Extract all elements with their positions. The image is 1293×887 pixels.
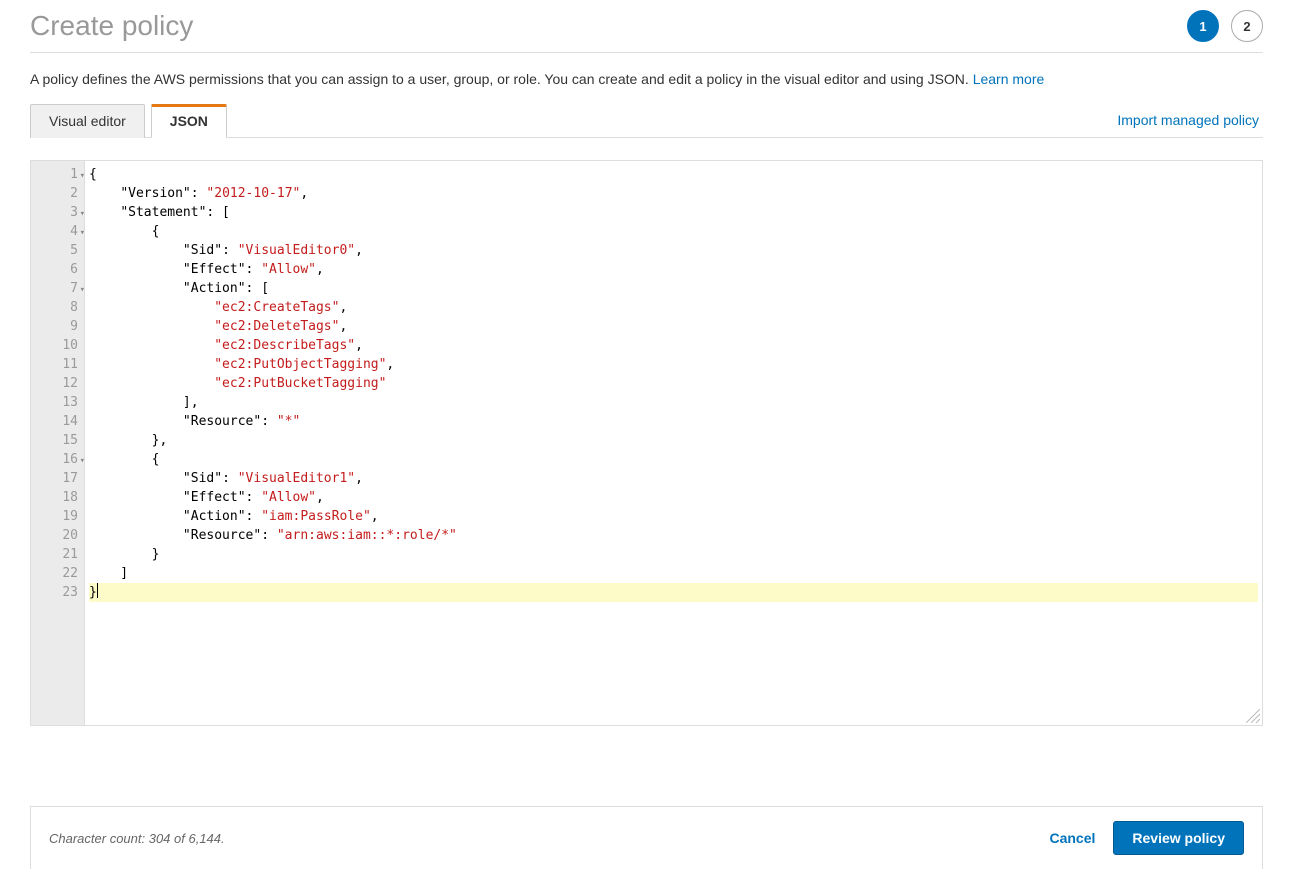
line-number: 8 (31, 298, 84, 317)
line-number: 17 (31, 469, 84, 488)
line-number: 2 (31, 184, 84, 203)
character-count: Character count: 304 of 6,144. (49, 831, 225, 846)
code-line[interactable]: "ec2:DescribeTags", (89, 336, 1258, 355)
code-line[interactable]: "Effect": "Allow", (89, 488, 1258, 507)
learn-more-link[interactable]: Learn more (973, 71, 1045, 87)
line-number: 3 (31, 203, 84, 222)
line-number: 5 (31, 241, 84, 260)
line-number: 20 (31, 526, 84, 545)
resize-handle-icon[interactable] (1246, 709, 1260, 723)
code-line[interactable]: "Resource": "*" (89, 412, 1258, 431)
code-line[interactable]: { (89, 450, 1258, 469)
code-line[interactable]: "ec2:PutObjectTagging", (89, 355, 1258, 374)
policy-editor-tabs: Visual editorJSON (30, 103, 227, 137)
text-cursor (97, 583, 98, 598)
tab-json[interactable]: JSON (151, 104, 227, 138)
code-line[interactable]: "Version": "2012-10-17", (89, 184, 1258, 203)
line-number: 23 (31, 583, 84, 602)
line-number: 19 (31, 507, 84, 526)
line-number: 6 (31, 260, 84, 279)
code-line[interactable]: } (89, 545, 1258, 564)
wizard-steps: 12 (1187, 10, 1263, 42)
code-line[interactable]: "Sid": "VisualEditor1", (89, 469, 1258, 488)
footer-bar: Character count: 304 of 6,144. Cancel Re… (30, 806, 1263, 869)
code-line[interactable]: "ec2:CreateTags", (89, 298, 1258, 317)
code-line[interactable]: "Action": [ (89, 279, 1258, 298)
divider (30, 52, 1263, 53)
wizard-step-1[interactable]: 1 (1187, 10, 1219, 42)
code-line[interactable]: ], (89, 393, 1258, 412)
code-line[interactable]: "ec2:DeleteTags", (89, 317, 1258, 336)
import-managed-policy-link[interactable]: Import managed policy (1117, 112, 1263, 128)
line-number: 10 (31, 336, 84, 355)
wizard-step-2[interactable]: 2 (1231, 10, 1263, 42)
line-number: 1 (31, 165, 84, 184)
code-line[interactable]: "Sid": "VisualEditor0", (89, 241, 1258, 260)
line-number: 14 (31, 412, 84, 431)
code-line[interactable]: ] (89, 564, 1258, 583)
policy-description: A policy defines the AWS permissions tha… (30, 71, 1263, 87)
code-line[interactable]: } (89, 583, 1258, 602)
code-line[interactable]: { (89, 222, 1258, 241)
review-policy-button[interactable]: Review policy (1113, 821, 1244, 855)
code-line[interactable]: { (89, 165, 1258, 184)
line-number: 21 (31, 545, 84, 564)
page-title: Create policy (30, 10, 193, 42)
tab-visual-editor[interactable]: Visual editor (30, 104, 145, 138)
description-text: A policy defines the AWS permissions tha… (30, 71, 973, 87)
cancel-button[interactable]: Cancel (1049, 830, 1095, 846)
line-number: 12 (31, 374, 84, 393)
editor-code-area[interactable]: { "Version": "2012-10-17", "Statement": … (85, 161, 1262, 725)
editor-gutter: 1234567891011121314151617181920212223 (31, 161, 85, 725)
line-number: 18 (31, 488, 84, 507)
code-line[interactable]: "Effect": "Allow", (89, 260, 1258, 279)
line-number: 4 (31, 222, 84, 241)
line-number: 16 (31, 450, 84, 469)
line-number: 15 (31, 431, 84, 450)
line-number: 22 (31, 564, 84, 583)
code-line[interactable]: "Resource": "arn:aws:iam::*:role/*" (89, 526, 1258, 545)
code-line[interactable]: "Statement": [ (89, 203, 1258, 222)
line-number: 9 (31, 317, 84, 336)
code-line[interactable]: }, (89, 431, 1258, 450)
code-line[interactable]: "Action": "iam:PassRole", (89, 507, 1258, 526)
line-number: 11 (31, 355, 84, 374)
line-number: 13 (31, 393, 84, 412)
line-number: 7 (31, 279, 84, 298)
code-line[interactable]: "ec2:PutBucketTagging" (89, 374, 1258, 393)
json-editor[interactable]: 1234567891011121314151617181920212223 { … (30, 160, 1263, 726)
